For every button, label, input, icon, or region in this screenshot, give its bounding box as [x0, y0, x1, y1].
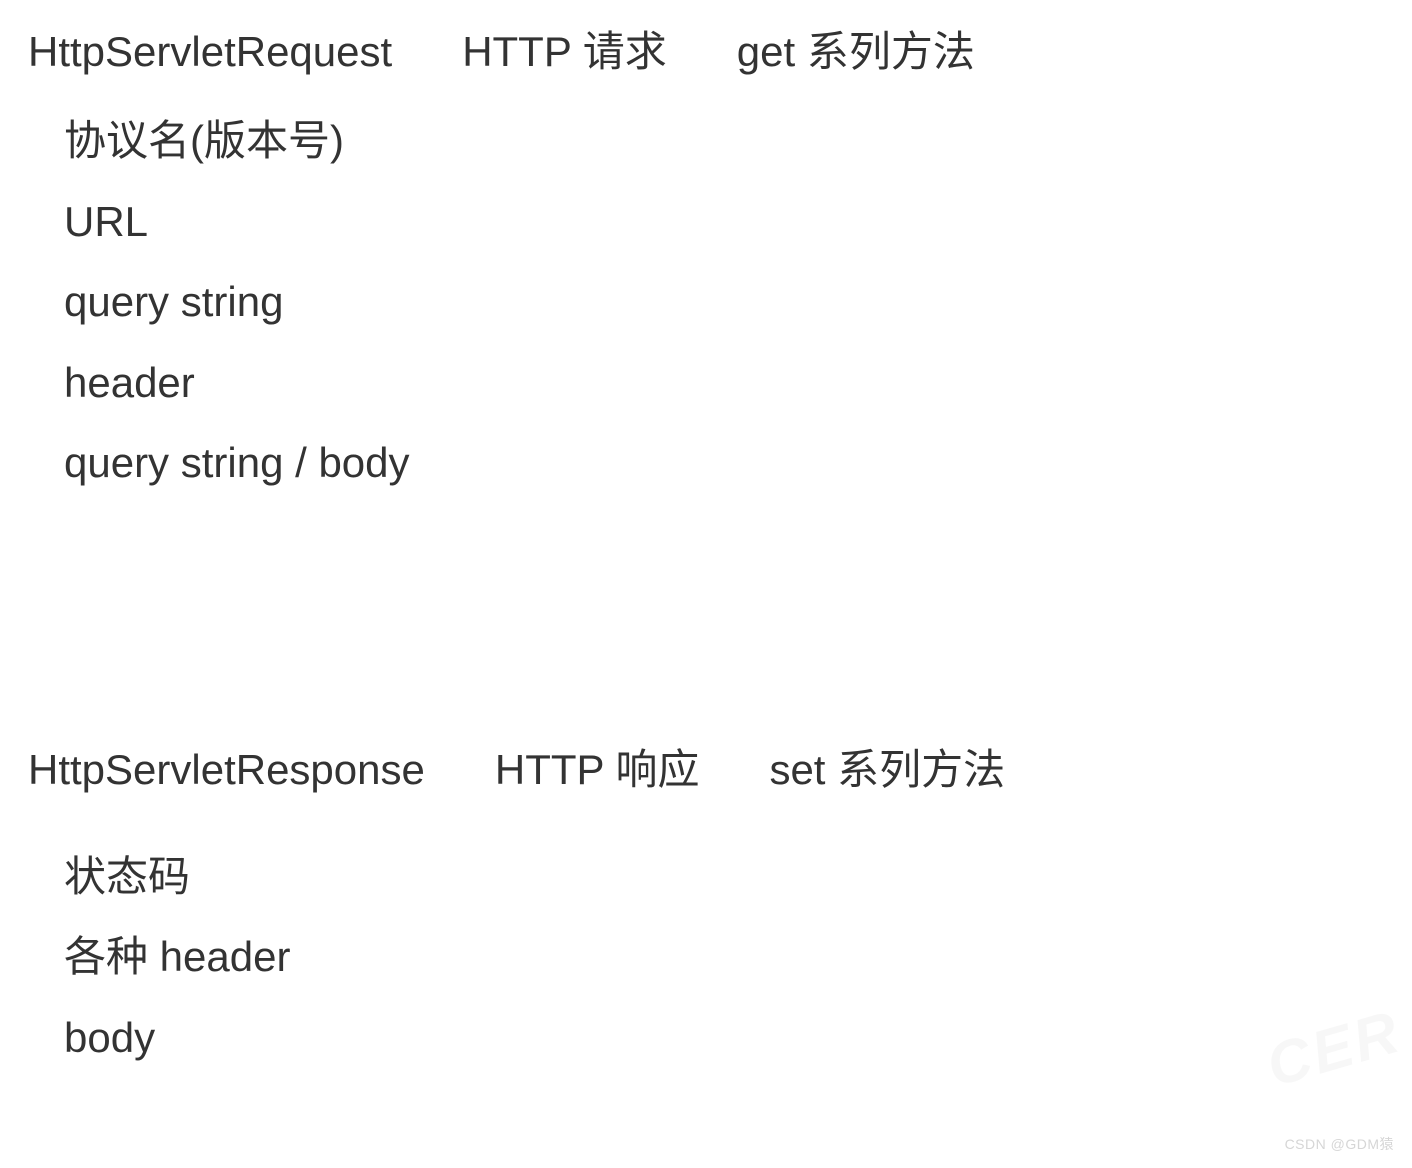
list-item: header [64, 357, 1412, 410]
response-type: HTTP 响应 [495, 736, 700, 797]
list-item: 各种 header [64, 931, 1412, 984]
request-list: 协议名(版本号) URL query string header query s… [28, 115, 1412, 490]
list-item: URL [64, 196, 1412, 249]
request-type: HTTP 请求 [462, 18, 667, 79]
request-methods: get 系列方法 [737, 18, 975, 79]
response-section: HttpServletResponse HTTP 响应 set 系列方法 状态码… [0, 518, 1412, 1065]
list-item: query string [64, 276, 1412, 329]
request-heading-row: HttpServletRequest HTTP 请求 get 系列方法 [28, 18, 1412, 79]
list-item: 状态码 [64, 851, 1412, 904]
response-class-name: HttpServletResponse [28, 746, 425, 794]
list-item: query string / body [64, 437, 1412, 490]
response-methods: set 系列方法 [769, 736, 1005, 797]
request-section: HttpServletRequest HTTP 请求 get 系列方法 协议名(… [0, 0, 1412, 490]
response-list: 状态码 各种 header body [28, 851, 1412, 1065]
watermark-text: CSDN @GDM猿 [1285, 1134, 1394, 1154]
request-class-name: HttpServletRequest [28, 28, 392, 76]
list-item: 协议名(版本号) [64, 115, 1412, 168]
response-heading-row: HttpServletResponse HTTP 响应 set 系列方法 [28, 736, 1412, 797]
list-item: body [64, 1012, 1412, 1065]
